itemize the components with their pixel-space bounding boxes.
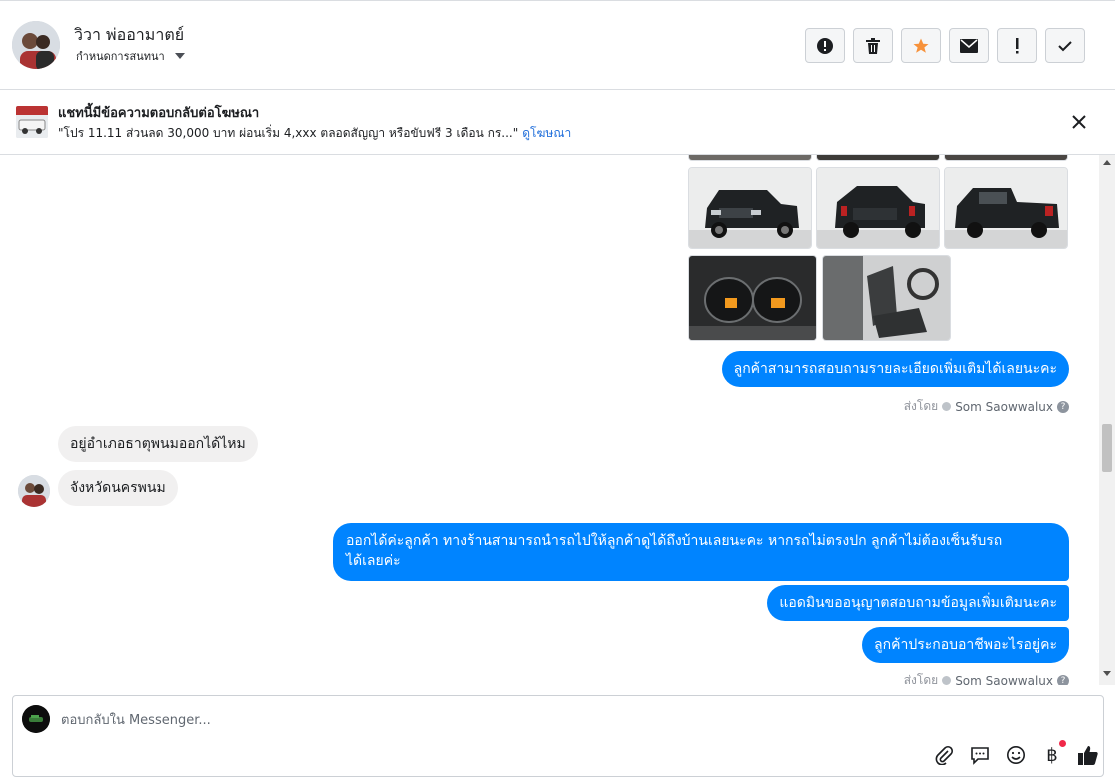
composer-tools: ฿ (933, 740, 1099, 766)
help-icon[interactable]: ? (1057, 674, 1069, 685)
photo-attachment[interactable] (944, 155, 1068, 161)
ad-thumbnail (16, 106, 48, 138)
chat-bubble-icon (971, 747, 989, 765)
trash-icon (866, 37, 880, 54)
photo-dashboard[interactable] (688, 255, 817, 341)
sender-name[interactable]: Som Saowwalux (955, 400, 1053, 414)
scrollbar[interactable] (1099, 155, 1115, 685)
photo-interior-seats[interactable] (822, 255, 951, 341)
follow-up-button[interactable] (997, 28, 1037, 63)
thumbs-up-icon (1078, 746, 1098, 765)
view-ad-link[interactable]: ดูโฆษณา (522, 126, 571, 140)
contact-name[interactable]: วิวา พ่ออามาตย์ (74, 23, 184, 48)
incoming-message[interactable]: อยู่อำเภอธาตุพนมออกได้ไหม (58, 426, 258, 462)
sender-check-icon (942, 676, 952, 685)
contact-avatar-small[interactable] (18, 475, 50, 507)
envelope-icon (960, 38, 978, 53)
scroll-up-arrow-icon[interactable] (1103, 160, 1111, 165)
mark-spam-button[interactable] (805, 28, 845, 63)
conversation-schedule[interactable]: กำหนดการสนทนา (76, 47, 185, 65)
mark-unread-button[interactable] (949, 28, 989, 63)
scroll-down-arrow-icon[interactable] (1103, 671, 1111, 676)
message-line: ได้เลยค่ะ (346, 553, 401, 569)
photo-attachment[interactable] (688, 155, 812, 161)
reply-composer: ฿ (12, 695, 1104, 777)
contact-avatar[interactable] (12, 21, 60, 69)
photo-truck-front[interactable] (688, 167, 812, 249)
sent-by-label: ส่งโดย Som Saowwalux ? (904, 671, 1069, 685)
header-actions (805, 28, 1085, 63)
attach-button[interactable] (933, 744, 955, 766)
ad-reply-banner: แชทนี้มีข้อความตอบกลับต่อโฆษณา "โปร 11.1… (0, 90, 1115, 155)
sent-by-text: ส่งโดย (903, 673, 939, 685)
close-icon (1072, 115, 1086, 129)
caret-down-icon (174, 53, 185, 59)
exclamation-icon (1016, 37, 1019, 53)
sender-check-icon (942, 402, 952, 411)
outgoing-message[interactable]: ออกได้ค่ะลูกค้า ทางร้านสามารถนำรถไปให้ลู… (333, 523, 1069, 581)
baht-icon: ฿ (1046, 744, 1058, 766)
outgoing-message[interactable]: แอดมินขออนุญาตสอบถามข้อมูลเพิ่มเติมนะคะ (767, 585, 1069, 621)
conversation-schedule-label: กำหนดการสนทนา (76, 50, 165, 63)
close-banner-button[interactable] (1069, 112, 1089, 132)
message-line: ออกได้ค่ะลูกค้า ทางร้านสามารถนำรถไปให้ลู… (346, 533, 1003, 549)
emoji-button[interactable] (1005, 744, 1027, 766)
paperclip-icon (935, 745, 954, 765)
photo-attachment[interactable] (816, 155, 940, 161)
mark-done-button[interactable] (1045, 28, 1085, 63)
page-avatar (22, 705, 50, 733)
sent-by-label: ส่งโดย Som Saowwalux ? (904, 397, 1069, 416)
ad-quote: "โปร 11.11 ส่วนลด 30,000 บาท ผ่อนเริ่ม 4… (58, 126, 519, 140)
help-icon[interactable]: ? (1057, 400, 1069, 413)
payment-button[interactable]: ฿ (1041, 740, 1066, 766)
reply-input[interactable] (61, 710, 761, 730)
ad-banner-text: "โปร 11.11 ส่วนลด 30,000 บาท ผ่อนเริ่ม 4… (58, 124, 571, 143)
alert-circle-icon (817, 37, 833, 54)
conversation-header: วิวา พ่ออามาตย์ กำหนดการสนทนา (0, 0, 1115, 90)
star-icon (913, 38, 929, 53)
saved-replies-button[interactable] (969, 744, 991, 766)
delete-button[interactable] (853, 28, 893, 63)
photo-truck-side[interactable] (944, 167, 1068, 249)
notification-dot (1059, 740, 1066, 747)
sent-by-text: ส่งโดย (903, 399, 939, 413)
checkmark-icon (1058, 40, 1072, 51)
outgoing-message[interactable]: ลูกค้าสามารถสอบถามรายละเอียดเพิ่มเติมได้… (721, 351, 1069, 387)
photo-truck-rear[interactable] (816, 167, 940, 249)
star-button[interactable] (901, 28, 941, 63)
message-thread[interactable]: ลูกค้าสามารถสอบถามรายละเอียดเพิ่มเติมได้… (0, 155, 1115, 685)
like-button[interactable] (1077, 744, 1099, 766)
incoming-message[interactable]: จังหวัดนครพนม (58, 470, 178, 506)
scrollbar-thumb[interactable] (1102, 424, 1112, 472)
sender-name[interactable]: Som Saowwalux (955, 674, 1053, 686)
smiley-icon (1007, 746, 1025, 764)
ad-banner-title: แชทนี้มีข้อความตอบกลับต่อโฆษณา (58, 106, 260, 121)
outgoing-message[interactable]: ลูกค้าประกอบอาชีพอะไรอยู่คะ (862, 627, 1069, 663)
